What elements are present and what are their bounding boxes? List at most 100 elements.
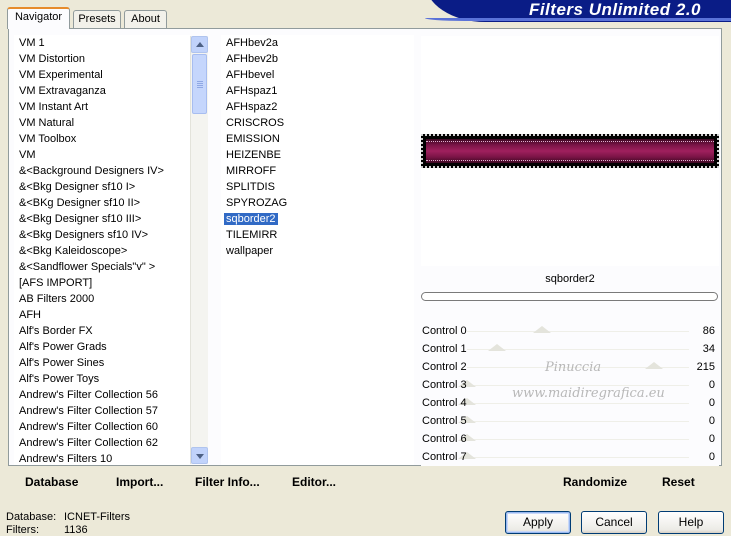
category-item[interactable]: Alf's Border FX <box>14 323 190 339</box>
filter-item-label: SPLITDIS <box>226 181 275 193</box>
category-item[interactable]: AFH <box>14 307 190 323</box>
slider-knob[interactable] <box>532 326 551 333</box>
category-item[interactable]: &<Sandflower Specials"v" > <box>14 259 190 275</box>
category-item[interactable]: VM Natural <box>14 115 190 131</box>
chevron-down-icon[interactable] <box>191 447 208 464</box>
category-item-label: Andrew's Filter Collection 57 <box>19 405 159 417</box>
category-item-label: VM <box>19 149 36 161</box>
filter-item[interactable]: AFHbev2a <box>221 35 414 51</box>
filter-item[interactable]: AFHbevel <box>221 67 414 83</box>
category-item[interactable]: Andrew's Filter Collection 57 <box>14 403 190 419</box>
category-item[interactable]: Alf's Power Grads <box>14 339 190 355</box>
filter-item-label: AFHspaz2 <box>226 101 278 113</box>
category-item-label: VM 1 <box>19 37 45 49</box>
scrollbar-thumb[interactable] <box>192 54 207 114</box>
filter-item[interactable]: MIRROFF <box>221 163 414 179</box>
import-button[interactable]: Import... <box>116 474 163 490</box>
filter-item[interactable]: TILEMIRR <box>221 227 414 243</box>
randomize-button[interactable]: Randomize <box>563 474 627 490</box>
category-item[interactable]: &<Bkg Designer sf10 I> <box>14 179 190 195</box>
filter-item[interactable]: CRISCROS <box>221 115 414 131</box>
slider-track[interactable] <box>467 403 689 404</box>
filter-item[interactable]: HEIZENBE <box>221 147 414 163</box>
control-slider[interactable]: Control 1 34 <box>421 340 719 358</box>
slider-track[interactable] <box>467 421 689 422</box>
control-slider[interactable]: Control 6 0 <box>421 430 719 448</box>
filter-item-label: CRISCROS <box>226 117 285 129</box>
category-item[interactable]: &<Bkg Kaleidoscope> <box>14 243 190 259</box>
cancel-button[interactable]: Cancel <box>581 511 647 534</box>
category-item[interactable]: [AFS IMPORT] <box>14 275 190 291</box>
slider-track[interactable] <box>467 331 689 332</box>
category-item-label: VM Toolbox <box>19 133 77 145</box>
category-scrollbar[interactable] <box>190 36 208 464</box>
category-item[interactable]: VM 1 <box>14 35 190 51</box>
filter-item[interactable]: SPYROZAG <box>221 195 414 211</box>
category-item[interactable]: Andrew's Filter Collection 56 <box>14 387 190 403</box>
category-item-label: Alf's Power Toys <box>19 373 100 385</box>
slider-track[interactable] <box>467 457 689 458</box>
apply-button[interactable]: Apply <box>505 511 571 534</box>
category-item[interactable]: &<Bkg Designer sf10 III> <box>14 211 190 227</box>
editor-button[interactable]: Editor... <box>292 474 336 490</box>
category-item[interactable]: &<BKg Designer sf10 II> <box>14 195 190 211</box>
category-list[interactable]: VM 1 VM Distortion VM Experimental VM Extra… <box>14 35 190 465</box>
control-value: 0 <box>708 451 715 463</box>
filter-item[interactable]: wallpaper <box>221 243 414 259</box>
app-title: Filters Unlimited 2.0 <box>528 0 701 19</box>
filter-item-label: HEIZENBE <box>226 149 282 161</box>
category-item[interactable]: Andrew's Filter Collection 60 <box>14 419 190 435</box>
control-label: Control 4 <box>422 397 467 409</box>
tab-navigator[interactable]: Navigator <box>7 7 70 29</box>
slider-knob[interactable] <box>645 362 664 369</box>
category-item-label: VM Natural <box>19 117 75 129</box>
filter-item-label: AFHbev2a <box>226 37 278 49</box>
tab-about-label: About <box>131 13 160 25</box>
filter-item[interactable]: AFHspaz1 <box>221 83 414 99</box>
category-item[interactable]: &<Background Designers IV> <box>14 163 190 179</box>
category-item[interactable]: Andrew's Filter Collection 62 <box>14 435 190 451</box>
category-item[interactable]: VM Extravaganza <box>14 83 190 99</box>
category-item-label: Andrew's Filter Collection 56 <box>19 389 159 401</box>
category-item[interactable]: AB Filters 2000 <box>14 291 190 307</box>
reset-button[interactable]: Reset <box>662 474 695 490</box>
filter-list[interactable]: AFHbev2a AFHbev2b AFHbevel AFHspaz1 AFHspaz2… <box>221 35 414 465</box>
category-item[interactable]: &<Bkg Designers sf10 IV> <box>14 227 190 243</box>
category-item[interactable]: VM Toolbox <box>14 131 190 147</box>
filter-item[interactable]: AFHspaz2 <box>221 99 414 115</box>
category-item[interactable]: Alf's Power Toys <box>14 371 190 387</box>
control-value: 0 <box>708 433 715 445</box>
filter-item[interactable]: sqborder2 <box>221 211 414 227</box>
control-slider[interactable]: Control 7 0 <box>421 448 719 466</box>
category-item[interactable]: VM Experimental <box>14 67 190 83</box>
filters-label: Filters: <box>6 524 39 536</box>
tab-navigator-label: Navigator <box>14 11 63 23</box>
category-item-label: &<Bkg Designer sf10 III> <box>19 213 142 225</box>
control-slider[interactable]: Control 0 86 <box>421 322 719 340</box>
tab-about[interactable]: About <box>124 10 167 28</box>
category-item[interactable]: VM Distortion <box>14 51 190 67</box>
filter-item[interactable]: EMISSION <box>221 131 414 147</box>
filter-item[interactable]: SPLITDIS <box>221 179 414 195</box>
category-item-label: VM Distortion <box>19 53 86 65</box>
category-item[interactable]: VM <box>14 147 190 163</box>
slider-knob[interactable] <box>487 344 506 351</box>
category-item[interactable]: Andrew's Filters 10 <box>14 451 190 465</box>
control-slider[interactable]: Control 5 0 <box>421 412 719 430</box>
filter-item[interactable]: AFHbev2b <box>221 51 414 67</box>
control-value: 86 <box>702 325 715 337</box>
category-item-label: Alf's Power Sines <box>19 357 105 369</box>
tab-presets[interactable]: Presets <box>73 10 121 28</box>
help-button[interactable]: Help <box>658 511 724 534</box>
category-item[interactable]: VM Instant Art <box>14 99 190 115</box>
tab-presets-label: Presets <box>78 13 116 25</box>
filter-item-label: AFHspaz1 <box>226 85 278 97</box>
filter-info-button[interactable]: Filter Info... <box>195 474 260 490</box>
progress-bar <box>421 292 718 301</box>
filter-item-label: TILEMIRR <box>226 229 278 241</box>
category-item[interactable]: Alf's Power Sines <box>14 355 190 371</box>
database-button[interactable]: Database <box>25 474 78 490</box>
chevron-up-icon[interactable] <box>191 36 208 53</box>
slider-track[interactable] <box>467 439 689 440</box>
control-value: 0 <box>708 415 715 427</box>
